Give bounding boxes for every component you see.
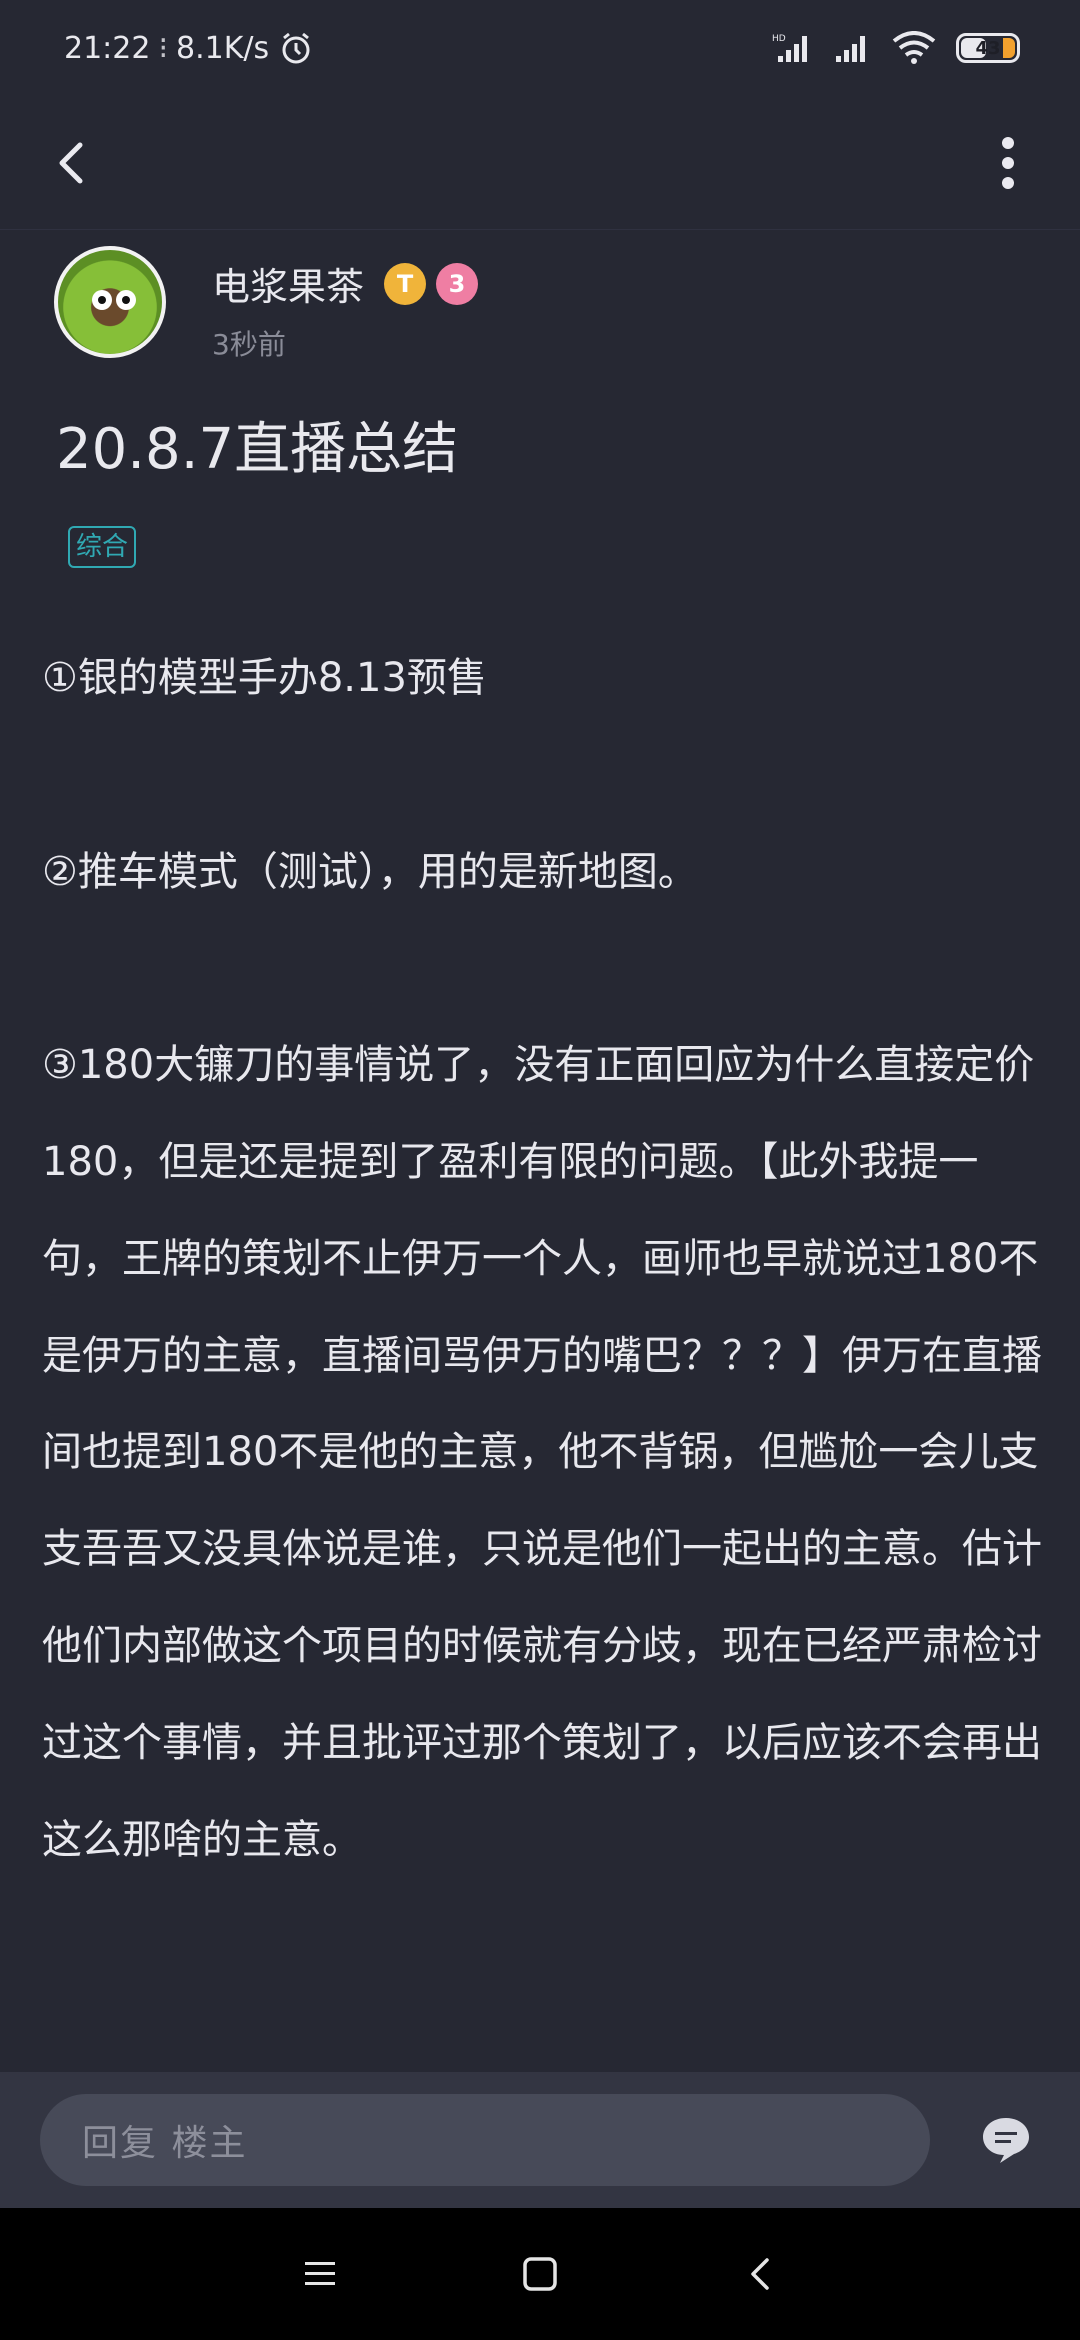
- status-left: 21:22 ⁝ 8.1K/s: [64, 31, 313, 66]
- comment-icon: [983, 2118, 1029, 2163]
- signal-icon-2: [832, 32, 872, 64]
- more-vert-icon: [1002, 136, 1014, 189]
- comment-button[interactable]: [978, 2112, 1034, 2168]
- battery-percent: 43: [975, 37, 1001, 59]
- status-time: 21:22: [64, 30, 151, 66]
- home-button[interactable]: [510, 2244, 570, 2304]
- status-separator: ⁝: [158, 30, 169, 66]
- level-badge-icon: T: [384, 262, 427, 305]
- status-bar: 21:22 ⁝ 8.1K/s HD 43: [0, 0, 1080, 96]
- post-content: ①银的模型手办8.13预售 ②推车模式（测试），用的是新地图。 ③180大镰刀的…: [42, 630, 1042, 1888]
- alarm-icon: [279, 31, 313, 65]
- system-nav-bar: [0, 2208, 1080, 2340]
- wifi-icon: [892, 31, 936, 65]
- content-paragraph-2: ②推车模式（测试），用的是新地图。: [42, 848, 698, 895]
- more-options-button[interactable]: [976, 131, 1040, 195]
- author-name[interactable]: 电浆果茶: [212, 256, 364, 311]
- app-header: [0, 96, 1080, 230]
- author-name-row: 电浆果茶 T 3: [212, 256, 479, 311]
- avatar[interactable]: [54, 246, 166, 358]
- avatar-eye-right: [116, 290, 136, 310]
- menu-button[interactable]: [290, 2244, 350, 2304]
- battery-indicator: 43: [956, 33, 1020, 63]
- category-tag[interactable]: 综合: [68, 526, 137, 568]
- reply-bar: 回复 楼主: [0, 2072, 1080, 2208]
- menu-icon: [305, 2262, 335, 2285]
- avatar-eye-left: [92, 290, 112, 310]
- medal-badge-icon: 3: [436, 262, 479, 305]
- back-triangle-icon: [751, 2258, 769, 2290]
- home-square-icon: [523, 2257, 557, 2291]
- content-paragraph-3: ③180大镰刀的事情说了，没有正面回应为什么直接定价180，但是还是提到了盈利有…: [42, 1042, 1042, 1863]
- back-button[interactable]: [40, 131, 104, 195]
- battery-tip: [1003, 38, 1015, 58]
- reply-input[interactable]: 回复 楼主: [40, 2094, 930, 2186]
- back-arrow-icon: [59, 142, 83, 183]
- nav-back-button[interactable]: [730, 2244, 790, 2304]
- author-text: 电浆果茶 T 3 3秒前: [212, 246, 479, 363]
- status-net-speed: 8.1K/s: [176, 30, 270, 66]
- post-title: 20.8.7直播总结: [56, 417, 459, 482]
- content-paragraph-1: ①银的模型手办8.13预售: [42, 655, 487, 701]
- author-info: 电浆果茶 T 3 3秒前: [54, 246, 479, 363]
- signal-icon: HD: [772, 32, 812, 64]
- post-time: 3秒前: [212, 328, 286, 361]
- svg-text:HD: HD: [772, 34, 786, 44]
- status-right: HD 43: [772, 31, 1020, 65]
